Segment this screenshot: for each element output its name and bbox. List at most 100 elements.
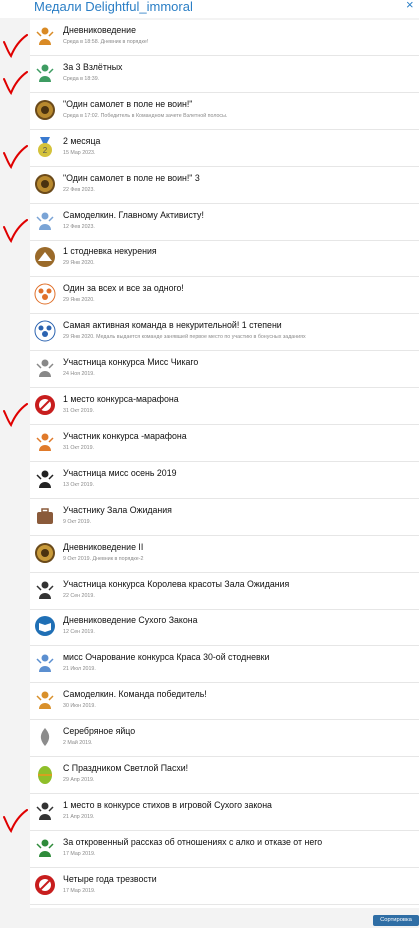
svg-text:2: 2 <box>43 146 48 155</box>
medal-title: "Один самолет в поле не воин!" <box>63 98 193 109</box>
gold-coin-medal-icon <box>34 99 56 121</box>
medal-title: За откровенный рассказ об отношениях с а… <box>63 836 323 847</box>
silhouette-icon <box>34 357 56 379</box>
medal-row[interactable]: 1 место конкурса-марафона 31 Окт 2019. <box>30 389 419 425</box>
medal-description: 9 Окт 2019. <box>63 518 92 525</box>
red-checkmark-icon <box>2 218 28 243</box>
medal-row[interactable]: С Праздником Светлой Пасхи! 29 Апр 2019. <box>30 758 419 794</box>
medal-title: За 3 Взлётных <box>63 61 123 72</box>
medal-title: 1 стодневка некурения <box>63 246 157 257</box>
title-bar: Медали Delightful_immoral × <box>0 0 419 18</box>
medal-title: Участница конкурса Королева красоты Зала… <box>63 578 290 589</box>
gold-coin-medal-icon <box>34 173 56 195</box>
mountain-medal-icon <box>34 246 56 268</box>
medal-title: 1 место в конкурсе стихов в игровой Сухо… <box>63 799 272 810</box>
medal-description: 22 Сен 2019. <box>63 592 95 599</box>
medal-row[interactable]: "Один самолет в поле не воин!" 3 22 Фев 2… <box>30 168 419 204</box>
quill-icon <box>34 800 56 822</box>
easter-egg-icon <box>34 763 56 785</box>
medal-row[interactable]: За откровенный рассказ об отношениях с а… <box>30 832 419 868</box>
medal-row[interactable]: Четыре года трезвости 17 Мар 2019. <box>30 869 419 905</box>
medal-row[interactable]: 2 2 месяца 15 Мар 2023. <box>30 131 419 167</box>
lady-silhouette-icon <box>34 468 56 490</box>
medal-row[interactable]: Участнику Зала Ожидания 9 Окт 2019. <box>30 500 419 536</box>
medal-description: 15 Мар 2023. <box>63 149 96 156</box>
medal-title: Самоделкин. Главному Активисту! <box>63 209 204 220</box>
medal-row[interactable]: Дневниковедение Сухого Закона 12 Сен 2019… <box>30 610 419 647</box>
medal-row[interactable]: Участница конкурса Королева красоты Зала… <box>30 574 419 610</box>
red-checkmark-icon <box>2 34 28 58</box>
medal-title: Самая активная команда в некурительной! … <box>63 320 282 331</box>
medal-description: 13 Окт 2019. <box>63 481 95 488</box>
medal-title: Дневниковедение Сухого Закона <box>63 615 198 626</box>
medal-row[interactable]: За 3 Взлётных Среда в 18:39. <box>30 57 419 93</box>
medal-title: мисс Очарование конкурса Краса 30-ой сто… <box>63 652 270 663</box>
red-checkmark-icon <box>2 808 28 833</box>
medal-title: 1 место конкурса-марафона <box>63 394 179 404</box>
close-icon[interactable]: × <box>406 0 419 12</box>
medal-description: 9 Окт 2019. Дневник в порядке-2 <box>63 555 144 562</box>
medal-title: Самоделкин. Команда победитель! <box>63 689 207 700</box>
medal-description: 12 Сен 2019. <box>63 629 95 636</box>
medal-description: 29 Янв 2020. Медаль выдается команде зан… <box>63 334 306 341</box>
medal-row[interactable]: Самая активная команда в некурительной! … <box>30 315 419 352</box>
sort-button[interactable]: Сортировка <box>373 915 419 926</box>
medal-description: 21 Апр 2019. <box>63 813 95 820</box>
medal-row[interactable]: мисс Очарование конкурса Краса 30-ой сто… <box>30 647 419 684</box>
medal-title: Четыре года трезвости <box>63 873 157 884</box>
runner-figure-icon <box>34 431 56 453</box>
medal-description: 22 Фев 2023. <box>63 186 95 193</box>
medal-description: 29 Апр 2019. <box>63 777 95 783</box>
dancer-silhouette-icon <box>34 579 56 601</box>
medal-description: 31 Окт 2019. <box>63 408 95 414</box>
medal-row[interactable]: Дневниковедение Среда в 18:58. Дневник в … <box>30 20 419 56</box>
medal-row[interactable]: Серебряное яйцо 2 Май 2019. <box>30 721 419 758</box>
team-figure-icon <box>34 689 56 711</box>
girl-figure-icon <box>34 652 56 674</box>
medal-description: Среда в 18:58. Дневник в порядке! <box>63 39 149 45</box>
medal-title: "Один самолет в поле не воин!" 3 <box>63 172 200 183</box>
medal-title: С Праздником Светлой Пасхи! <box>63 763 189 773</box>
medal-description: 12 Фев 2023. <box>63 223 95 230</box>
medal-title: Участница мисс осень 2019 <box>63 467 177 478</box>
airplane-figure-icon <box>34 62 56 84</box>
owl-medal-icon <box>34 542 56 564</box>
medal-row[interactable]: "Один самолет в поле не воин!" Среда в 17… <box>30 94 419 130</box>
red-checkmark-icon <box>2 144 28 169</box>
suitcase-icon <box>34 505 56 527</box>
medal-title: Один за всех и все за одного! <box>63 283 184 294</box>
medal-row[interactable]: Один за всех и все за одного! 29 Янв 2020… <box>30 278 419 315</box>
medal-list: Дневниковедение Среда в 18:58. Дневник в … <box>30 20 419 908</box>
book-medal-icon <box>34 25 56 47</box>
red-trophy-icon <box>34 394 56 416</box>
medal-row[interactable]: Участник конкурса -марафона 31 Окт 2019. <box>30 426 419 462</box>
medal-row[interactable]: Участница мисс осень 2019 13 Окт 2019. <box>30 463 419 499</box>
medal-description: Среда в 18:39. <box>63 75 100 82</box>
silver-flame-icon <box>34 726 56 748</box>
medal-title: 2 месяца <box>63 135 101 146</box>
window-title: Медали Delightful_immoral <box>34 0 193 14</box>
medal-description: 2 Май 2019. <box>63 740 93 747</box>
medal-row[interactable]: Самоделкин. Команда победитель! 30 Июн 20… <box>30 684 419 721</box>
medal-row[interactable]: Участница конкурса Мисс Чикаго 24 Ноя 201… <box>30 352 419 389</box>
people-group-icon <box>34 320 56 342</box>
red-checkmark-icon <box>2 403 28 427</box>
medal-row[interactable]: 1 место в конкурсе стихов в игровой Сухо… <box>30 795 419 831</box>
medal-title: Участнику Зала Ожидания <box>63 504 172 515</box>
medal-description: 29 Янв 2020. <box>63 260 95 267</box>
no-alcohol-icon <box>34 874 56 896</box>
green-figure-icon <box>34 837 56 859</box>
medal-row[interactable]: Дневниковедение II 9 Окт 2019. Дневник в … <box>30 537 419 573</box>
medal-title: Дневниковедение <box>63 25 136 35</box>
medal-description: Среда в 17:02. Победитель в Командном за… <box>63 112 228 119</box>
medal-row[interactable]: Самоделкин. Главному Активисту! 12 Фев 20… <box>30 205 419 241</box>
medal-description: 31 Окт 2019. <box>63 444 95 451</box>
medal-title: Дневниковедение II <box>63 541 144 552</box>
medal-row[interactable]: 1 стодневка некурения 29 Янв 2020. <box>30 241 419 278</box>
footer-bar <box>0 908 419 928</box>
team-circle-icon <box>34 283 56 305</box>
medal-title: Серебряное яйцо <box>63 726 136 737</box>
open-book-icon <box>34 615 56 637</box>
medal-description: 24 Ноя 2019. <box>63 371 95 378</box>
medal-description: 29 Янв 2020. <box>63 297 95 304</box>
